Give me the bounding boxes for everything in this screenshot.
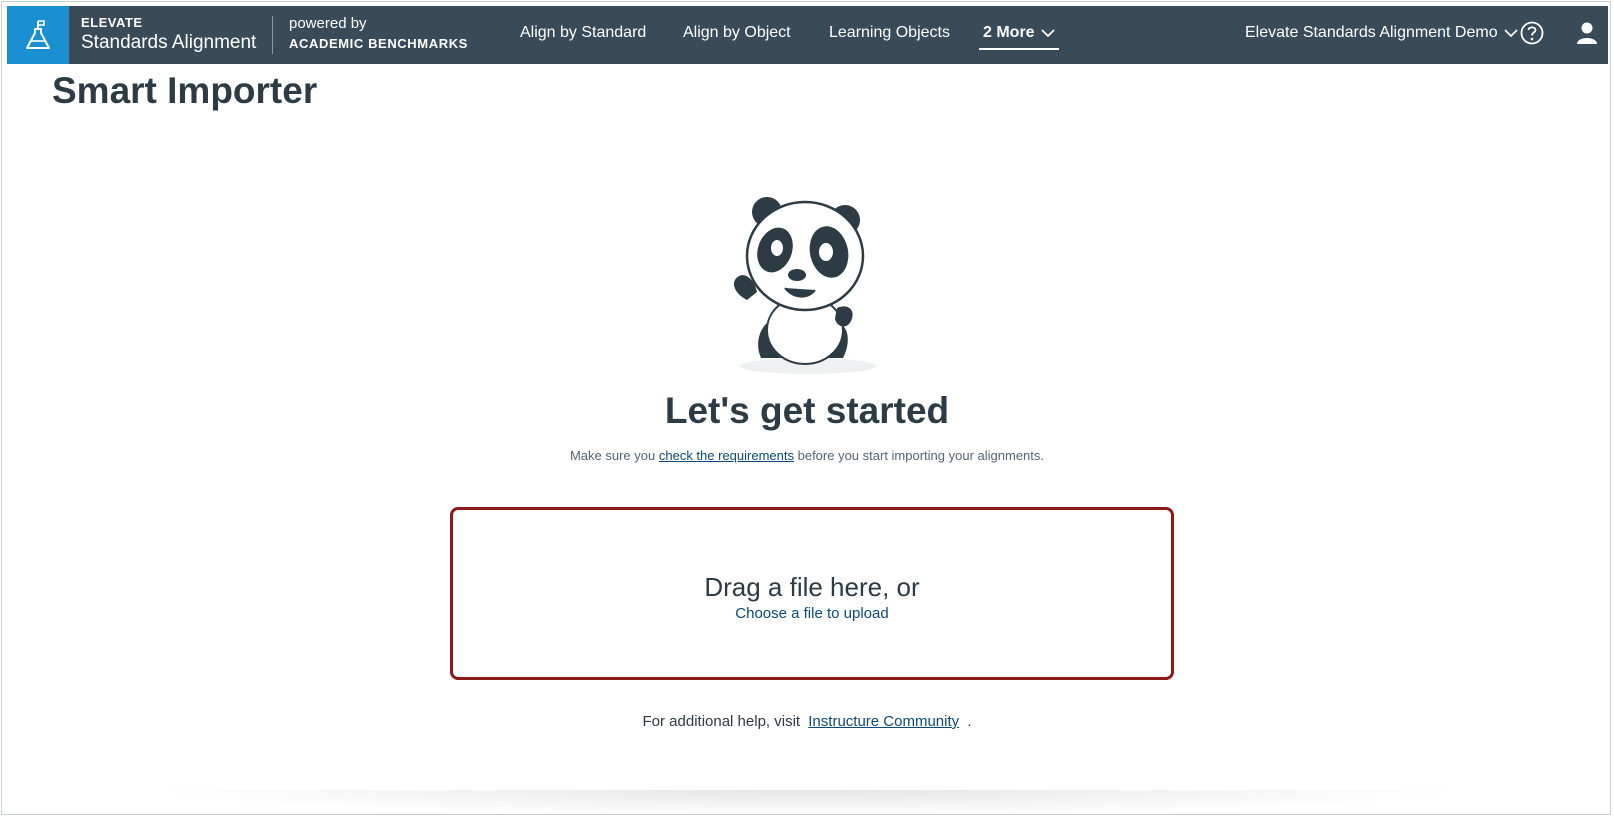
help-footer-after: . bbox=[967, 713, 972, 730]
brand-name: ELEVATE Standards Alignment bbox=[81, 16, 256, 52]
chevron-down-icon bbox=[1503, 29, 1518, 38]
help-footer-before: For additional help, visit bbox=[642, 713, 801, 730]
bottom-fade bbox=[150, 790, 1470, 816]
check-requirements-link[interactable]: check the requirements bbox=[659, 448, 794, 463]
top-navigation-bar: ELEVATE Standards Alignment powered by A… bbox=[7, 6, 1608, 64]
flag-flask-icon bbox=[26, 20, 50, 49]
nav-more-label: 2 More bbox=[983, 24, 1035, 41]
help-footer: For additional help, visit Instructure C… bbox=[0, 713, 1614, 730]
account-switcher[interactable]: Elevate Standards Alignment Demo bbox=[1245, 24, 1518, 42]
file-dropzone[interactable]: Drag a file here, or Choose a file to up… bbox=[450, 507, 1174, 680]
powered-by: powered by ACADEMIC BENCHMARKS bbox=[289, 16, 468, 50]
chevron-down-icon bbox=[1040, 29, 1055, 38]
nav-learning-objects[interactable]: Learning Objects bbox=[829, 24, 950, 42]
help-button[interactable] bbox=[1519, 20, 1545, 51]
powered-by-label: powered by bbox=[289, 15, 367, 32]
brand-divider bbox=[272, 16, 273, 54]
instructure-community-link[interactable]: Instructure Community bbox=[808, 713, 959, 730]
partner-name: ACADEMIC BENCHMARKS bbox=[289, 36, 468, 51]
requirements-note-before: Make sure you bbox=[569, 448, 656, 463]
nav-more-menu[interactable]: 2 More bbox=[979, 24, 1059, 50]
home-logo[interactable] bbox=[7, 6, 69, 64]
user-icon bbox=[1577, 22, 1597, 44]
dropzone-instruction: Drag a file here, or bbox=[704, 571, 920, 602]
account-label: Elevate Standards Alignment Demo bbox=[1245, 24, 1498, 41]
choose-file-link[interactable]: Choose a file to upload bbox=[735, 605, 888, 622]
brand-eyebrow: ELEVATE bbox=[81, 15, 143, 30]
brand-product: Standards Alignment bbox=[81, 32, 257, 53]
hero-title: Let's get started bbox=[664, 390, 950, 431]
user-menu-button[interactable] bbox=[1575, 20, 1599, 51]
panda-illustration bbox=[733, 190, 883, 385]
page-title: Smart Importer bbox=[52, 70, 318, 111]
nav-align-by-object[interactable]: Align by Object bbox=[683, 24, 791, 42]
help-circle-icon bbox=[1520, 21, 1544, 45]
nav-align-by-standard[interactable]: Align by Standard bbox=[520, 24, 646, 42]
requirements-note: Make sure you check the requirements bef… bbox=[0, 448, 1614, 463]
requirements-note-after: before you start importing your alignmen… bbox=[797, 448, 1045, 463]
